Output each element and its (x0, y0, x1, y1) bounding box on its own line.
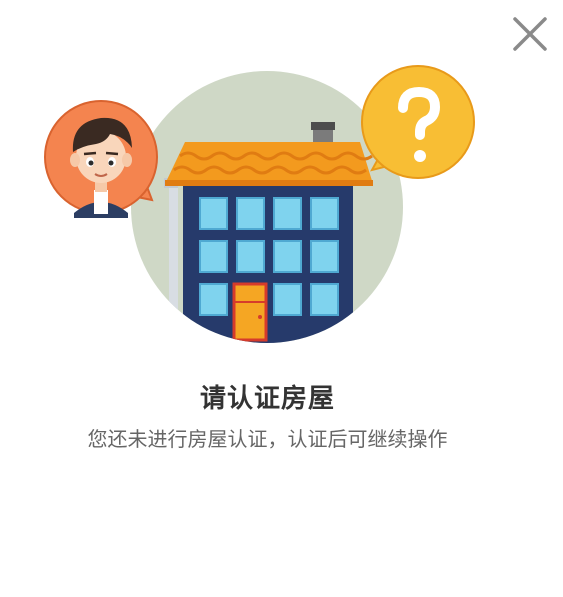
close-button[interactable] (510, 14, 550, 54)
dialog-message: 您还未进行房屋认证，认证后可继续操作 (87, 427, 448, 451)
apartment-building-icon (164, 122, 373, 343)
house-verification-illustration (40, 60, 485, 350)
dialog-title: 请认证房屋 (199, 384, 335, 414)
question-bubble-icon (361, 65, 475, 179)
close-icon (513, 17, 547, 51)
